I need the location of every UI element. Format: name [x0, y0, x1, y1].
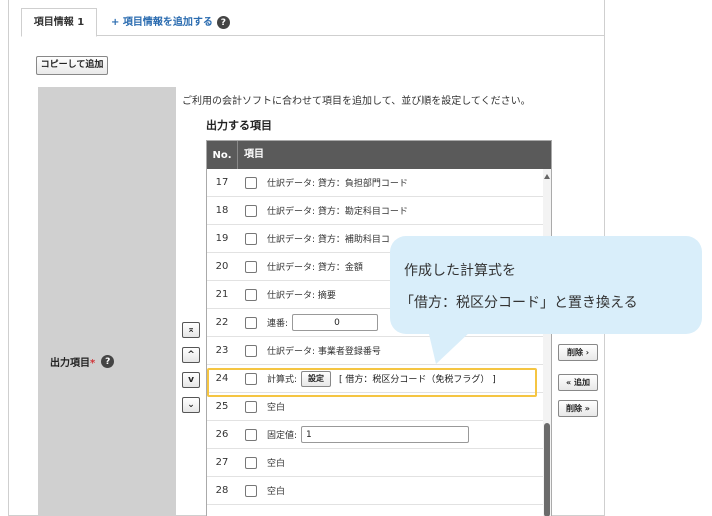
- column-header-no: No.: [212, 149, 232, 161]
- table-row[interactable]: 27 空白: [207, 449, 551, 477]
- row-label: 空白: [267, 459, 286, 469]
- list-scrollbar[interactable]: [543, 169, 551, 516]
- table-row[interactable]: 17 仕訳データ: 貸方：負担部門コード: [207, 169, 551, 197]
- column-header-item: 項目: [237, 141, 264, 169]
- row-checkbox[interactable]: [245, 344, 257, 357]
- row-checkbox[interactable]: [245, 176, 257, 189]
- serial-number-input[interactable]: 0: [292, 314, 379, 331]
- row-number: 21: [215, 289, 229, 300]
- field-label-column: 出力項目* ?: [38, 87, 176, 516]
- highlighted-row-frame: [207, 368, 537, 397]
- row-number: 23: [215, 345, 229, 356]
- field-label-text: 出力項目: [50, 358, 90, 369]
- double-chevron-up-icon: ⌅: [187, 325, 195, 335]
- row-number: 22: [215, 317, 229, 328]
- row-label: 仕訳データ: 貸方：金額: [267, 263, 363, 273]
- row-label: 仕訳データ: 摘要: [267, 291, 336, 301]
- row-number: 18: [215, 205, 229, 216]
- help-icon[interactable]: ?: [216, 16, 230, 29]
- scroll-up-icon[interactable]: [544, 174, 550, 179]
- remove-button[interactable]: 削除 ›: [558, 344, 598, 361]
- row-checkbox[interactable]: [245, 288, 257, 301]
- copy-and-add-button[interactable]: コピーして追加: [36, 56, 108, 75]
- add-item-info-label: + 項目情報を追加する: [111, 16, 213, 28]
- add-item-info-link[interactable]: + 項目情報を追加する ?: [111, 8, 230, 37]
- move-up-button[interactable]: ^: [182, 347, 200, 363]
- row-number: 28: [215, 485, 229, 496]
- tab-item-info-1[interactable]: 項目情報 1: [21, 8, 97, 37]
- row-number: 27: [215, 457, 229, 468]
- help-icon[interactable]: ?: [101, 355, 115, 368]
- row-checkbox[interactable]: [245, 260, 257, 273]
- row-label: 仕訳データ: 事業者登録番号: [267, 347, 381, 357]
- row-label: 固定値:: [267, 431, 298, 441]
- section-title: 出力する項目: [206, 119, 272, 132]
- description-text: ご利用の会計ソフトに合わせて項目を追加して、並び順を設定してください。: [182, 96, 531, 107]
- list-header: No. 項目: [207, 141, 551, 169]
- remove-all-button[interactable]: 削除 »: [558, 400, 598, 417]
- add-all-button[interactable]: « 追加: [558, 374, 598, 391]
- double-chevron-down-icon: ⌄: [187, 400, 195, 410]
- chevron-up-icon: ^: [187, 350, 195, 360]
- table-row[interactable]: 26 固定値: 1: [207, 421, 551, 449]
- row-checkbox[interactable]: [245, 204, 257, 217]
- row-label: 仕訳データ: 貸方：勘定科目コード: [267, 207, 408, 217]
- row-label: 空白: [267, 487, 286, 497]
- row-checkbox[interactable]: [245, 428, 257, 441]
- row-number: 26: [215, 429, 229, 440]
- table-row[interactable]: 28 空白: [207, 477, 551, 505]
- scroll-thumb[interactable]: [544, 423, 550, 516]
- callout-line-1: 作成した計算式を: [404, 263, 516, 279]
- required-mark: *: [90, 358, 96, 369]
- table-row[interactable]: 25 空白: [207, 393, 551, 421]
- row-number: 19: [215, 233, 229, 244]
- callout-bubble: 作成した計算式を 「借方：税区分コード」と置き換える: [390, 236, 702, 334]
- table-row[interactable]: 23 仕訳データ: 事業者登録番号: [207, 337, 551, 365]
- row-checkbox[interactable]: [245, 400, 257, 413]
- move-bottom-button[interactable]: ⌄: [182, 397, 200, 413]
- row-label: 仕訳データ: 貸方：負担部門コード: [267, 179, 408, 189]
- row-number: 17: [215, 177, 229, 188]
- callout-tail: [428, 330, 472, 364]
- row-checkbox[interactable]: [245, 456, 257, 469]
- field-label: 出力項目* ?: [50, 354, 115, 369]
- row-number: 20: [215, 261, 229, 272]
- row-number: 25: [215, 401, 229, 412]
- row-label: 仕訳データ: 貸方：補助科目コ: [267, 235, 390, 245]
- callout-line-2: 「借方：税区分コード」と置き換える: [400, 295, 638, 311]
- chevron-down-icon: v: [188, 375, 194, 385]
- move-top-button[interactable]: ⌅: [182, 322, 200, 338]
- fixed-value-input[interactable]: 1: [301, 426, 470, 443]
- row-label: 空白: [267, 403, 286, 413]
- tab-bar: 項目情報 1 + 項目情報を追加する ?: [21, 8, 605, 37]
- move-down-button[interactable]: v: [182, 372, 200, 388]
- row-checkbox[interactable]: [245, 316, 257, 329]
- table-row[interactable]: 18 仕訳データ: 貸方：勘定科目コード: [207, 197, 551, 225]
- row-checkbox[interactable]: [245, 484, 257, 497]
- row-checkbox[interactable]: [245, 232, 257, 245]
- row-label: 連番:: [267, 319, 289, 329]
